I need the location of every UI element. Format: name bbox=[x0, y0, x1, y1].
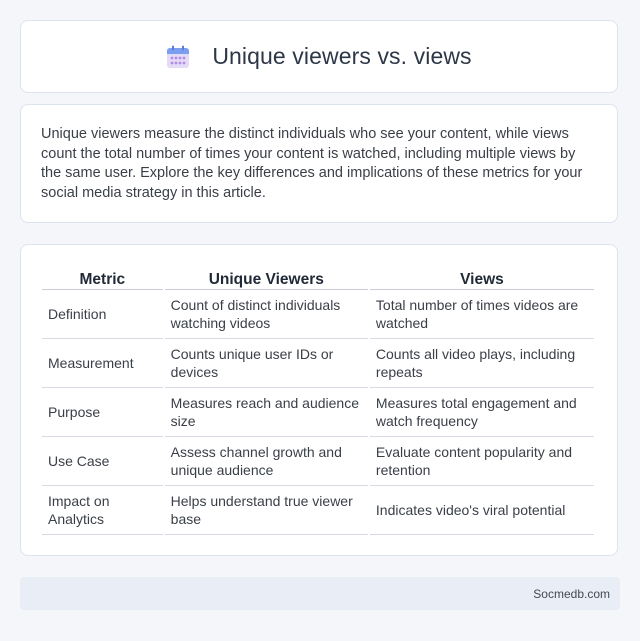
unique-viewers-cell: Count of distinct individuals watching v… bbox=[164, 290, 368, 339]
table-row: Definition Count of distinct individuals… bbox=[42, 290, 594, 339]
metric-cell: Measurement bbox=[42, 339, 163, 388]
metric-cell: Definition bbox=[42, 290, 163, 339]
table-row: Impact on Analytics Helps understand tru… bbox=[42, 486, 594, 535]
metric-cell: Impact on Analytics bbox=[42, 486, 163, 535]
metric-cell: Use Case bbox=[42, 437, 163, 486]
metric-cell: Purpose bbox=[42, 388, 163, 437]
views-cell: Counts all video plays, including repeat… bbox=[369, 339, 594, 388]
unique-viewers-cell: Measures reach and audience size bbox=[164, 388, 368, 437]
calendar-icon bbox=[166, 45, 190, 69]
unique-viewers-cell: Counts unique user IDs or devices bbox=[164, 339, 368, 388]
views-cell: Total number of times videos are watched bbox=[369, 290, 594, 339]
views-cell: Evaluate content popularity and retentio… bbox=[369, 437, 594, 486]
views-cell: Measures total engagement and watch freq… bbox=[369, 388, 594, 437]
footer-site-name: Socmedb.com bbox=[533, 586, 610, 601]
intro-paragraph: Unique viewers measure the distinct indi… bbox=[41, 126, 583, 201]
intro-card: Unique viewers measure the distinct indi… bbox=[20, 104, 618, 223]
page-title: Unique viewers vs. views bbox=[212, 43, 472, 69]
unique-viewers-cell: Assess channel growth and unique audienc… bbox=[164, 437, 368, 486]
table-row: Measurement Counts unique user IDs or de… bbox=[42, 339, 594, 388]
table-row: Use Case Assess channel growth and uniqu… bbox=[42, 437, 594, 486]
column-header-unique-viewers: Unique Viewers bbox=[164, 265, 368, 290]
table-row: Purpose Measures reach and audience size… bbox=[42, 388, 594, 437]
table-card: Metric Unique Viewers Views Definition C… bbox=[20, 244, 618, 556]
views-cell: Indicates video's viral potential bbox=[369, 486, 594, 535]
column-header-views: Views bbox=[369, 265, 594, 290]
comparison-table: Metric Unique Viewers Views Definition C… bbox=[40, 265, 596, 535]
table-header-row: Metric Unique Viewers Views bbox=[42, 265, 594, 290]
column-header-metric: Metric bbox=[42, 265, 163, 290]
title-card: Unique viewers vs. views bbox=[20, 20, 618, 93]
unique-viewers-cell: Helps understand true viewer base bbox=[164, 486, 368, 535]
footer: Socmedb.com bbox=[20, 577, 620, 610]
